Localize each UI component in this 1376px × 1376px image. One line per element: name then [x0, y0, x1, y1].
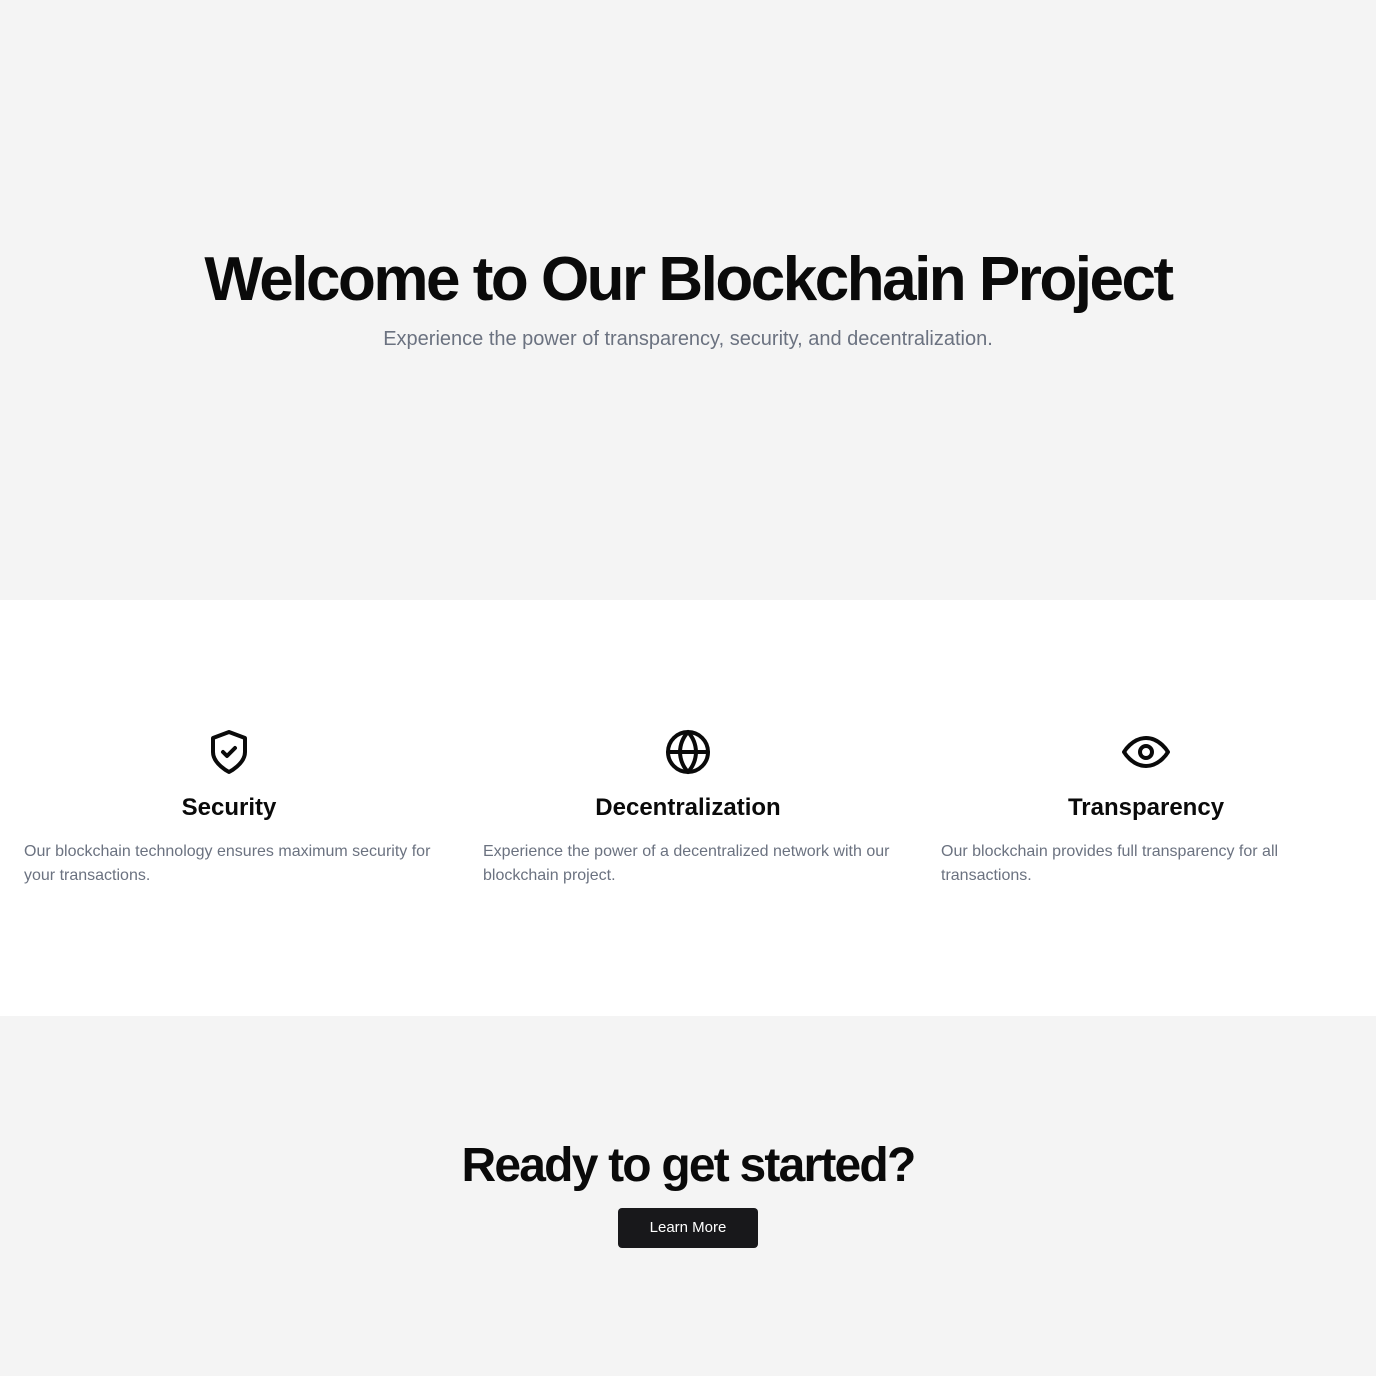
feature-title: Transparency [1067, 794, 1225, 821]
globe-icon [664, 728, 712, 776]
cta-section: Ready to get started? Learn More [0, 1016, 1376, 1376]
learn-more-button[interactable]: Learn More [618, 1208, 758, 1248]
eye-icon [1122, 728, 1170, 776]
feature-description: Experience the power of a decentralized … [483, 843, 890, 884]
feature-title: Security [181, 794, 277, 821]
feature-description: Our blockchain technology ensures maximu… [24, 843, 431, 884]
cta-title: Ready to get started? [461, 1139, 917, 1192]
hero-section: Welcome to Our Blockchain Project Experi… [0, 0, 1376, 600]
feature-title: Decentralization [595, 794, 781, 821]
hero-subtitle: Experience the power of transparency, se… [383, 328, 993, 350]
shield-check-icon [205, 728, 253, 776]
feature-description: Our blockchain provides full transparenc… [941, 843, 1279, 884]
hero-title: Welcome to Our Blockchain Project [204, 245, 1174, 314]
features-section: Security Our blockchain technology ensur… [0, 600, 1376, 1016]
